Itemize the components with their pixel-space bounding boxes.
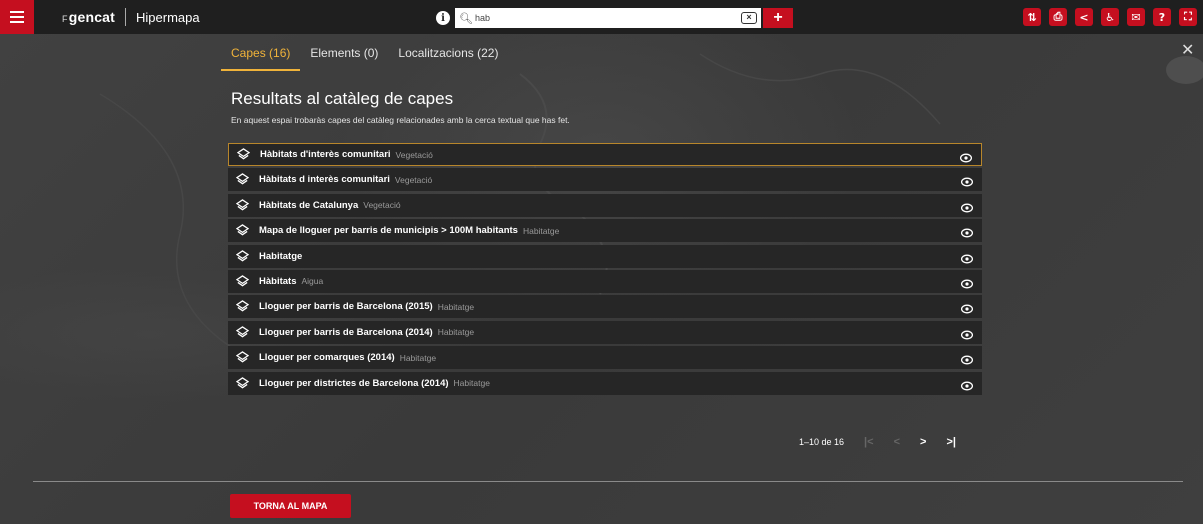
eye-icon[interactable] bbox=[960, 276, 974, 289]
brand-logo[interactable]: Fgencat bbox=[62, 9, 115, 25]
layer-category: Vegetació bbox=[363, 200, 401, 211]
brand-separator bbox=[125, 8, 127, 26]
menu-button[interactable] bbox=[0, 0, 34, 34]
list-item[interactable]: Lloguer per barris de Barcelona (2015) Ha… bbox=[228, 295, 982, 319]
layer-name: Hàbitats bbox=[259, 275, 297, 287]
clear-search-icon[interactable]: × bbox=[741, 12, 757, 24]
layer-category: Vegetació bbox=[395, 149, 433, 160]
back-to-map-button[interactable]: TORNA AL MAPA bbox=[230, 494, 351, 518]
info-icon[interactable]: i bbox=[436, 11, 450, 25]
toolbar: ⇅ ⎙ < ♿ ✉? ⛶ bbox=[1023, 8, 1197, 26]
layer-category: Habitatge bbox=[437, 301, 475, 312]
help-icon[interactable]: ? bbox=[1153, 8, 1171, 26]
tab-0[interactable]: Capes (16) bbox=[221, 42, 301, 71]
app-title: Hipermapa bbox=[136, 9, 200, 25]
list-item[interactable]: Hàbitats d interès comunitari Vegetació bbox=[228, 168, 982, 192]
search-icon: 🔍︎ bbox=[459, 12, 473, 25]
layer-name: Hàbitats d interès comunitari bbox=[259, 174, 390, 186]
share-icon[interactable]: < bbox=[1075, 8, 1093, 26]
list-item[interactable]: Hàbitats de Catalunya Vegetació bbox=[228, 193, 982, 217]
list-item[interactable]: Hàbitats d'interès comunitari Vegetació bbox=[228, 143, 982, 166]
close-icon[interactable]: ✕ bbox=[1181, 40, 1194, 60]
mail-icon[interactable]: ✉ bbox=[1127, 8, 1145, 26]
layers-icon bbox=[236, 249, 250, 263]
list-item[interactable]: Lloguer per districtes de Barcelona (201… bbox=[228, 371, 982, 395]
eye-icon[interactable] bbox=[960, 352, 974, 365]
results-subtitle: En aquest espai trobaràs capes del catàl… bbox=[231, 115, 570, 125]
layers-icon bbox=[236, 173, 250, 187]
page-range: 1–10 de 16 bbox=[799, 437, 845, 447]
layer-category: Vegetació bbox=[394, 174, 433, 185]
eye-icon[interactable] bbox=[960, 378, 974, 390]
layer-name: Lloguer per districtes de Barcelona (201… bbox=[259, 377, 449, 389]
results-list: Hàbitats d'interès comunitari Vegetació Hà… bbox=[228, 143, 982, 397]
search-input[interactable] bbox=[475, 10, 741, 26]
eye-icon[interactable] bbox=[960, 251, 974, 264]
layers-icon bbox=[236, 351, 250, 365]
first-page-button[interactable]: |< bbox=[864, 436, 874, 448]
layer-name: Hàbitats de Catalunya bbox=[259, 199, 359, 211]
hamburger-icon bbox=[10, 11, 24, 13]
layer-name: Lloguer per barris de Barcelona (2015) bbox=[259, 301, 433, 313]
layer-category: Habitatge bbox=[399, 352, 437, 363]
layer-category: Habitatge bbox=[437, 327, 475, 338]
eye-icon[interactable] bbox=[960, 225, 974, 238]
list-item[interactable]: Hàbitats Aigua bbox=[228, 269, 982, 293]
search-bar: i 🔍︎ × + bbox=[436, 8, 793, 28]
print-icon[interactable]: ⎙ bbox=[1049, 8, 1067, 26]
layer-name: Lloguer per comarques (2014) bbox=[259, 352, 395, 364]
list-item[interactable]: Habitatge bbox=[228, 244, 982, 268]
eye-icon[interactable] bbox=[959, 150, 973, 163]
layer-category: Habitatge bbox=[453, 378, 490, 389]
eye-icon[interactable] bbox=[960, 174, 974, 187]
eye-icon[interactable] bbox=[960, 327, 974, 340]
layer-name: Lloguer per barris de Barcelona (2014) bbox=[259, 326, 433, 338]
list-item[interactable]: Mapa de lloguer per barris de municipis … bbox=[228, 219, 982, 243]
layer-name: Hàbitats d'interès comunitari bbox=[260, 149, 391, 160]
results-tabs: Capes (16) Elements (0) Localitzacions (22… bbox=[221, 42, 508, 71]
layer-category: Habitatge bbox=[522, 225, 560, 236]
layers-icon bbox=[236, 198, 250, 212]
search-box: 🔍︎ × bbox=[455, 8, 761, 28]
layers-icon bbox=[236, 224, 250, 238]
layer-name: Habitatge bbox=[259, 250, 303, 262]
list-item[interactable]: Lloguer per barris de Barcelona (2014) Ha… bbox=[228, 320, 982, 344]
fullscreen-icon[interactable]: ⛶ bbox=[1179, 8, 1197, 26]
results-title: Resultats al catàleg de capes bbox=[231, 89, 454, 108]
tab-2[interactable]: Localitzacions (22) bbox=[388, 42, 508, 71]
accessibility-icon[interactable]: ♿ bbox=[1101, 8, 1119, 26]
divider bbox=[33, 481, 1183, 482]
layers-icon bbox=[236, 376, 250, 390]
top-bar: Fgencat Hipermapa i 🔍︎ × + ⇅ ⎙ < ♿ ✉? ⛶ bbox=[0, 0, 1203, 34]
layers-icon bbox=[236, 300, 250, 314]
tab-1[interactable]: Elements (0) bbox=[300, 42, 388, 71]
layer-category: Aigua bbox=[301, 276, 324, 287]
layers-icon bbox=[236, 274, 250, 288]
add-button[interactable]: + bbox=[763, 8, 793, 28]
eye-icon[interactable] bbox=[960, 301, 974, 314]
list-item[interactable]: Lloguer per comarques (2014) Habitatge bbox=[228, 346, 982, 370]
next-page-button[interactable]: > bbox=[920, 436, 926, 448]
layers-icon bbox=[237, 148, 251, 162]
layer-name: Mapa de lloguer per barris de municipis … bbox=[259, 225, 518, 237]
eye-icon[interactable] bbox=[960, 200, 974, 213]
layers-icon bbox=[236, 325, 250, 339]
map-control[interactable] bbox=[1166, 56, 1203, 84]
last-page-button[interactable]: >| bbox=[946, 436, 956, 448]
prev-page-button[interactable]: < bbox=[894, 436, 900, 448]
sort-icon[interactable]: ⇅ bbox=[1023, 8, 1041, 26]
pagination: 1–10 de 16 |< < > >| bbox=[799, 436, 956, 448]
